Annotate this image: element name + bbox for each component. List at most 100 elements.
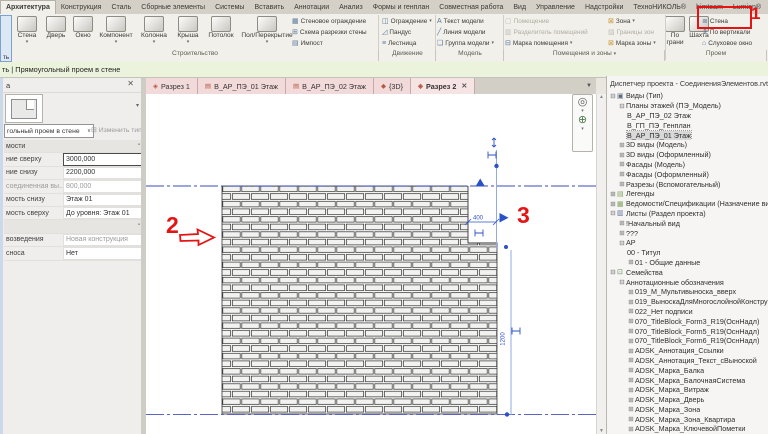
dropdown-arrow-icon[interactable]: ▾ bbox=[266, 40, 269, 45]
ribbon-tab[interactable]: Управление bbox=[531, 0, 580, 14]
expander-icon[interactable]: ⊞ bbox=[618, 151, 626, 159]
dropdown-arrow-icon[interactable]: ▾ bbox=[115, 40, 118, 45]
tree-item[interactable]: ⊞ 070_TitleBlock_Form5_R19(ОснНадл) bbox=[607, 326, 768, 336]
ribbon-small-button[interactable]: ⊠Зона▾ bbox=[608, 16, 664, 26]
expander-icon[interactable]: ⊞ bbox=[618, 170, 626, 178]
type-selector[interactable]: гольный проем в стене ∨ bbox=[4, 124, 94, 138]
expander-icon[interactable]: ⊟ bbox=[609, 268, 617, 276]
tree-item[interactable]: ⊟ Планы этажей (ПЭ_Модель) bbox=[607, 101, 768, 111]
tree-item[interactable]: ⊞ ADSK_Аннотация_Ссылки bbox=[607, 346, 768, 356]
tree-item[interactable]: ⊟ ▣ Виды (Тип) bbox=[607, 91, 768, 101]
tree-item[interactable]: ⊞ ▦ Ведомости/Спецификации (Назначение в… bbox=[607, 199, 768, 209]
ribbon-small-button[interactable]: АТекст модели bbox=[437, 16, 501, 26]
flip-control-arrow[interactable] bbox=[500, 213, 509, 223]
vertical-scrollbar[interactable]: ▲ ▼ bbox=[596, 94, 606, 434]
tree-item[interactable]: 00 - Титул bbox=[607, 248, 768, 258]
view-tab[interactable]: ◈ Разрез 2 ✕ bbox=[411, 78, 475, 94]
ribbon-tab[interactable]: Анализ bbox=[334, 0, 368, 14]
tree-item[interactable]: ⊞ 022_Нет подписи bbox=[607, 307, 768, 317]
drag-grip[interactable] bbox=[505, 412, 509, 416]
tree-item[interactable]: ⊞ 3D виды (Оформленный) bbox=[607, 150, 768, 160]
tree-item[interactable]: В_АР_ПЭ_02 Этаж bbox=[607, 111, 768, 121]
drag-grip[interactable] bbox=[504, 245, 508, 249]
tree-item[interactable]: ⊞ ADSK_Марка_Витраж bbox=[607, 385, 768, 395]
expander-icon[interactable]: ⊞ bbox=[627, 288, 635, 296]
expander-icon[interactable]: ⊞ bbox=[627, 376, 635, 384]
expander-icon[interactable]: ⊞ bbox=[627, 415, 635, 423]
scroll-up-icon[interactable]: ▲ bbox=[599, 94, 604, 100]
tree-item[interactable]: В_ГП_ПЭ_Генплан bbox=[607, 120, 768, 130]
tree-item[interactable]: В_АР_ПЭ_01 Этаж bbox=[607, 130, 768, 140]
scroll-down-icon[interactable]: ▼ bbox=[599, 428, 604, 434]
ribbon-tab[interactable]: Формы и генплан bbox=[368, 0, 435, 14]
tree-item[interactable]: ⊞ ADSK_Марка_Балка bbox=[607, 365, 768, 375]
tree-item[interactable]: ⊞ ??? bbox=[607, 228, 768, 238]
ribbon-tab[interactable]: Сборные элементы bbox=[136, 0, 210, 14]
zoom-icon[interactable]: ⊕ bbox=[578, 115, 587, 126]
ribbon-small-button[interactable]: ◫Ограждение▾ bbox=[382, 16, 434, 26]
tree-item[interactable]: ⊞ 3D виды (Модель) bbox=[607, 140, 768, 150]
expander-icon[interactable]: ⊞ bbox=[618, 141, 626, 149]
expander-icon[interactable]: ⊞ bbox=[627, 347, 635, 355]
ribbon-big-button[interactable]: По грани bbox=[664, 15, 686, 47]
ribbon-small-button[interactable]: ▤Импост bbox=[292, 38, 380, 48]
ribbon-tab[interactable]: Системы bbox=[210, 0, 249, 14]
property-value-cell[interactable]: Этаж 01 bbox=[63, 194, 142, 206]
wall-opening[interactable] bbox=[468, 186, 498, 244]
tree-item[interactable]: ⊞ !Начальный вид bbox=[607, 218, 768, 228]
expander-icon[interactable]: ⊟ bbox=[618, 278, 626, 286]
ribbon-small-button[interactable]: ◿Пандус bbox=[382, 27, 434, 37]
ribbon-tab[interactable]: Совместная работа bbox=[434, 0, 508, 14]
close-icon[interactable]: ✕ bbox=[461, 82, 467, 90]
ribbon-small-button[interactable]: ⊟Марка помещения▾ bbox=[505, 38, 605, 48]
property-value-cell[interactable] bbox=[63, 141, 142, 151]
brick-wall[interactable] bbox=[222, 186, 497, 414]
expander-icon[interactable]: ⊞ bbox=[627, 327, 635, 335]
drag-grip[interactable] bbox=[494, 164, 498, 168]
expander-icon[interactable]: ⊟ bbox=[618, 102, 626, 110]
steering-wheel-icon[interactable]: ◎ bbox=[578, 97, 588, 108]
close-icon[interactable]: ✕ bbox=[127, 79, 134, 88]
tree-item[interactable]: ⊟ ▥ Листы (Раздел проекта) bbox=[607, 209, 768, 219]
chevron-down-icon[interactable]: ▾ bbox=[136, 102, 139, 109]
drawing-canvas[interactable]: 400 1200 2 3 ◎ ▾ ⊕ ▾ bbox=[146, 94, 596, 434]
expander-icon[interactable]: ⊞ bbox=[627, 386, 635, 394]
tree-item[interactable]: ⊟ ⊡ Семейства bbox=[607, 267, 768, 277]
ribbon-tab[interactable]: Архитектура bbox=[0, 0, 56, 14]
ribbon-small-button[interactable]: ▢Помещение bbox=[505, 16, 605, 26]
ribbon-tab[interactable]: Надстройки bbox=[580, 0, 628, 14]
tree-item[interactable]: ⊞ Разрезы (Вспомогательный) bbox=[607, 179, 768, 189]
tree-item[interactable]: ⊞ ADSK_Марка_Зона bbox=[607, 405, 768, 415]
expander-icon[interactable]: ⊞ bbox=[627, 307, 635, 315]
ribbon-tab[interactable]: ТехноНИКОЛЬ® bbox=[628, 0, 691, 14]
ribbon-small-button[interactable]: ▥Разделитель помещений bbox=[505, 27, 605, 37]
expander-icon[interactable]: ⊞ bbox=[618, 219, 626, 227]
tree-item[interactable]: ⊞ 019_М_Мультивыноска_вверх bbox=[607, 287, 768, 297]
expander-icon[interactable]: ⊞ bbox=[627, 396, 635, 404]
dropdown-arrow-icon[interactable]: ▾ bbox=[26, 40, 29, 45]
property-value-cell[interactable]: Новая конструкция bbox=[63, 234, 142, 246]
tree-item[interactable]: ⊞ 070_TitleBlock_Form3_R19(ОснНадл) bbox=[607, 316, 768, 326]
tree-item[interactable]: ⊟ АР bbox=[607, 238, 768, 248]
expander-icon[interactable]: ⊞ bbox=[609, 200, 617, 208]
expander-icon[interactable]: ⊟ bbox=[609, 209, 617, 217]
tree-item[interactable]: ⊞ ADSK_Марка_Дверь bbox=[607, 395, 768, 405]
expander-icon[interactable]: ⊞ bbox=[627, 356, 635, 364]
expander-icon[interactable]: ⊞ bbox=[627, 258, 635, 266]
tree-item[interactable]: ⊞ 019_ВыноскаДляМногослойнойКонструкци bbox=[607, 297, 768, 307]
tree-item[interactable]: ⊞ ADSK_Марка_Зона_Квартира bbox=[607, 414, 768, 424]
tree-item[interactable]: ⊞ ADSK_Марка_БалочнаяСистема bbox=[607, 375, 768, 385]
flip-control-arrow[interactable] bbox=[476, 179, 486, 187]
expander-icon[interactable]: ⊟ bbox=[609, 92, 617, 100]
tree-item[interactable]: ⊞ ADSK_Марка_КлючевойПометки bbox=[607, 424, 768, 434]
ribbon-small-button[interactable]: ⌂Слуховое окно bbox=[702, 38, 768, 48]
ribbon-tab[interactable]: Сталь bbox=[106, 0, 136, 14]
pin-icon[interactable]: ▪ bbox=[138, 142, 140, 148]
ribbon-small-button[interactable]: ❏Группа модели▾ bbox=[437, 38, 501, 48]
expander-icon[interactable]: ⊞ bbox=[627, 405, 635, 413]
expander-icon[interactable]: ⊞ bbox=[618, 160, 626, 168]
section-view[interactable]: 400 1200 2 3 bbox=[146, 94, 596, 434]
property-value-cell[interactable]: До уровня: Этаж 01 bbox=[63, 207, 142, 219]
ribbon-small-button[interactable]: ≡Лестница bbox=[382, 38, 434, 48]
dimension-value[interactable]: 400 bbox=[473, 216, 484, 222]
